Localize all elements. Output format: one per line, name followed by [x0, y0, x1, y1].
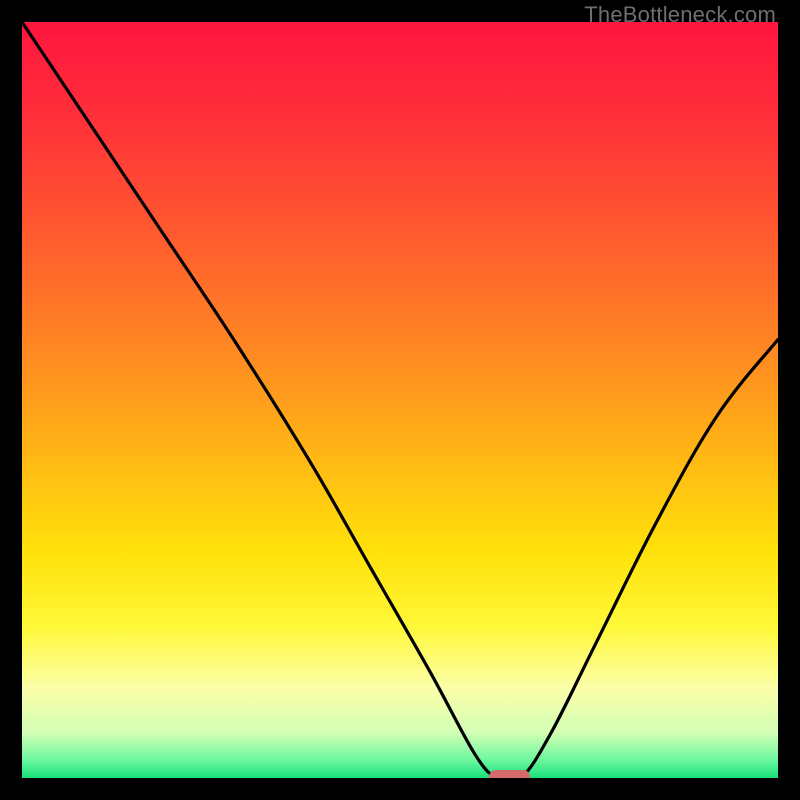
optimal-marker	[489, 770, 531, 778]
chart-frame: TheBottleneck.com	[0, 0, 800, 800]
bottleneck-curve	[22, 22, 778, 778]
watermark-text: TheBottleneck.com	[584, 2, 776, 28]
plot-area	[22, 22, 778, 778]
